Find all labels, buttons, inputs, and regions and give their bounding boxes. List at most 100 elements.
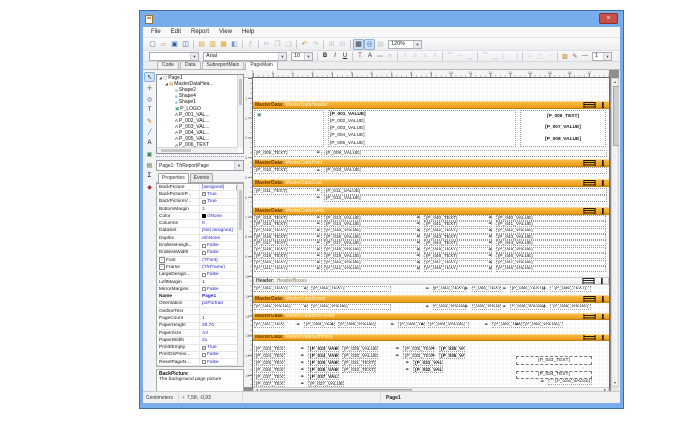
menu-help[interactable]: Help [237, 29, 259, 35]
sum-object[interactable]: Σ [144, 171, 155, 181]
resize-handle-icon[interactable]: ◂▸ [317, 241, 321, 245]
resize-handle-icon[interactable]: ◂▸ [317, 196, 321, 200]
expand-icon[interactable]: + [159, 264, 165, 270]
property-row-name[interactable]: NamePage1 [157, 293, 243, 300]
memo-object[interactable]: [P_037_VALUE] [308, 374, 339, 380]
property-row-bottommargin[interactable]: BottomMargin1 [157, 206, 243, 213]
property-row-resetpagen[interactable]: ResetPageN...False [157, 359, 243, 366]
memo-object[interactable]: [P_047_TEXT] [424, 260, 492, 266]
ungroup[interactable]: ⊟ [337, 39, 348, 50]
checkbox-icon[interactable] [202, 360, 206, 364]
memo-object[interactable]: [P_054_TEXT] [472, 286, 501, 293]
memo-object[interactable]: [P_032_VALUE] [413, 367, 443, 373]
memo-object[interactable]: [P_054_VALUE] [472, 304, 501, 311]
panel-splitter[interactable] [156, 156, 244, 157]
memo-object[interactable]: [P_019_VALUE] [324, 253, 420, 259]
frame-none[interactable]: ▢ [535, 52, 545, 61]
memo-object[interactable]: [P_059_VALUE] [428, 322, 469, 329]
menu-file[interactable]: File [146, 29, 166, 35]
zoom-level-combo[interactable]: 120%▼ [388, 40, 422, 49]
copy[interactable]: ❐ [272, 39, 283, 50]
memo-object[interactable]: [P_057_TEXT] [254, 322, 284, 329]
tree-vertical-scrollbar[interactable] [237, 75, 243, 148]
resize-handle-icon[interactable]: ◂▸ [304, 287, 308, 291]
resize-handle-icon[interactable]: ◂▸ [432, 347, 436, 351]
snap-to-grid[interactable]: ▤ [375, 39, 386, 50]
resize-handle-icon[interactable]: ◂▸ [317, 254, 321, 258]
memo-object[interactable]: [P_052_TEXT] [311, 286, 391, 293]
tab-subreportmain[interactable]: SubreportMain [202, 61, 245, 69]
resize-handle-icon[interactable]: ◂▸ [317, 189, 321, 193]
band-masterdataboxes[interactable]: MasterData:MasterDataBoxes▤1 [253, 295, 609, 303]
resize-handle-icon[interactable]: ◂▸ [317, 222, 321, 226]
memo-object[interactable]: [P_009_VALUE] [324, 150, 607, 157]
property-row-papersize[interactable]: PaperSizeA4 [157, 330, 243, 337]
memo-object[interactable]: [P_014_TEXT] [254, 221, 322, 227]
memo-object[interactable]: [P_016_VALUE] [324, 234, 420, 240]
memo-object[interactable]: [P_006_TEXT][P_007_VALUE][P_008_VALUE] [520, 110, 606, 147]
memo-object[interactable]: [P_030_VALUE] [342, 353, 378, 359]
frame-bottom[interactable]: ▁ [490, 52, 500, 61]
align-left[interactable]: ≡ [400, 52, 410, 61]
memo-object[interactable]: [P_041_VALUE] [496, 221, 606, 227]
memo-object[interactable]: [P_010_VALUE] [324, 167, 607, 174]
memo-object[interactable]: [P_043_VALUE] [496, 234, 606, 240]
resize-handle-icon[interactable]: ◂▸ [489, 248, 493, 252]
resize-handle-icon[interactable]: ◂▸ [301, 368, 305, 372]
memo-object[interactable]: [P_053_TEXT] [433, 286, 466, 293]
tab-code[interactable]: Code [157, 61, 179, 69]
band-masterdataheader[interactable]: MasterData:MasterDataHeader▤1 [253, 101, 609, 109]
memo-object[interactable]: [P_043_TEXT] [424, 234, 492, 240]
property-row-paperheight[interactable]: PaperHeight29,70 [157, 323, 243, 330]
band-masterdatafields[interactable]: MasterData:MasterDataFields▤1 [253, 207, 609, 215]
resize-handle-icon[interactable]: ◂▸ [465, 287, 469, 291]
resize-handle-icon[interactable]: ◂▸ [301, 361, 305, 365]
memo-object[interactable]: [P_015_VALUE] [324, 228, 420, 234]
zoom-mode[interactable]: ◎ [364, 39, 375, 50]
resize-handle-icon[interactable]: ◂▸ [503, 287, 507, 291]
resize-handle-icon[interactable]: ◂▸ [543, 287, 547, 291]
memo-object[interactable]: [P_035_TEXT] [403, 346, 434, 352]
memo-object[interactable]: [P_031_TEXT] [342, 360, 376, 366]
chevron-down-icon[interactable]: ▼ [304, 53, 312, 60]
menu-edit[interactable]: Edit [166, 29, 186, 35]
text-tool[interactable]: T [144, 105, 155, 115]
property-row-color[interactable]: ColorclNone [157, 213, 243, 220]
memo-object[interactable]: [P_026_TEXT] [254, 367, 285, 373]
resize-handle-icon[interactable]: ◂▸ [432, 354, 436, 358]
frame-top[interactable]: ▔ [480, 52, 490, 61]
new-report[interactable]: ▢ [147, 39, 158, 50]
checkbox-icon[interactable] [202, 353, 206, 357]
resize-handle-icon[interactable]: ◂▸ [335, 368, 339, 372]
frame-corner[interactable]: ⌐ [545, 52, 555, 61]
property-row-backpicturev[interactable]: BackPictureV...✓True [157, 199, 243, 206]
checkbox-icon[interactable] [202, 273, 206, 277]
property-row-printifempty[interactable]: PrintIfEmpty✓True [157, 345, 243, 352]
resize-handle-icon[interactable]: ◂▸ [417, 222, 421, 226]
resize-handle-icon[interactable]: ◂▸ [304, 305, 308, 309]
memo-object[interactable]: [P_029_VALUE] [342, 346, 378, 352]
memo-object[interactable]: [P_011_TEXT] [254, 188, 322, 195]
new-page[interactable]: ▤ [196, 39, 207, 50]
font-name-combo[interactable]: Arial▼ [203, 52, 287, 61]
memo-object[interactable]: [P_032_TEXT] [342, 367, 376, 373]
memo-object[interactable]: [P_055_VALUE] [510, 304, 545, 311]
valign-top[interactable]: ▔ [445, 52, 455, 61]
memo-object[interactable]: [P_052_VALUE] [311, 304, 391, 311]
resize-handle-icon[interactable]: ◂▸ [317, 267, 321, 271]
memo-object[interactable]: [P_046_VALUE] [496, 253, 606, 259]
script-fx[interactable]: ƒ [245, 39, 256, 50]
property-row-pagecount[interactable]: PageCount1 [157, 315, 243, 322]
line-color[interactable]: ✎ [570, 52, 580, 61]
resize-handle-icon[interactable]: ◂▸ [417, 248, 421, 252]
memo-object[interactable]: [P_015_TEXT] [254, 228, 322, 234]
property-row-leftmargin[interactable]: LeftMargin1 [157, 279, 243, 286]
resize-handle-icon[interactable]: ◂▸ [489, 229, 493, 233]
checkbox-icon[interactable]: ✓ [202, 200, 206, 204]
property-row-frame[interactable]: +Frame(TfrFrame) [157, 264, 243, 271]
save-report[interactable]: ▣ [169, 39, 180, 50]
checkbox-icon[interactable] [202, 244, 206, 248]
resize-handle-icon[interactable]: ◂▸ [317, 229, 321, 233]
inspector-tab-properties[interactable]: Properties [158, 173, 189, 183]
bold-button[interactable]: B [320, 52, 330, 61]
